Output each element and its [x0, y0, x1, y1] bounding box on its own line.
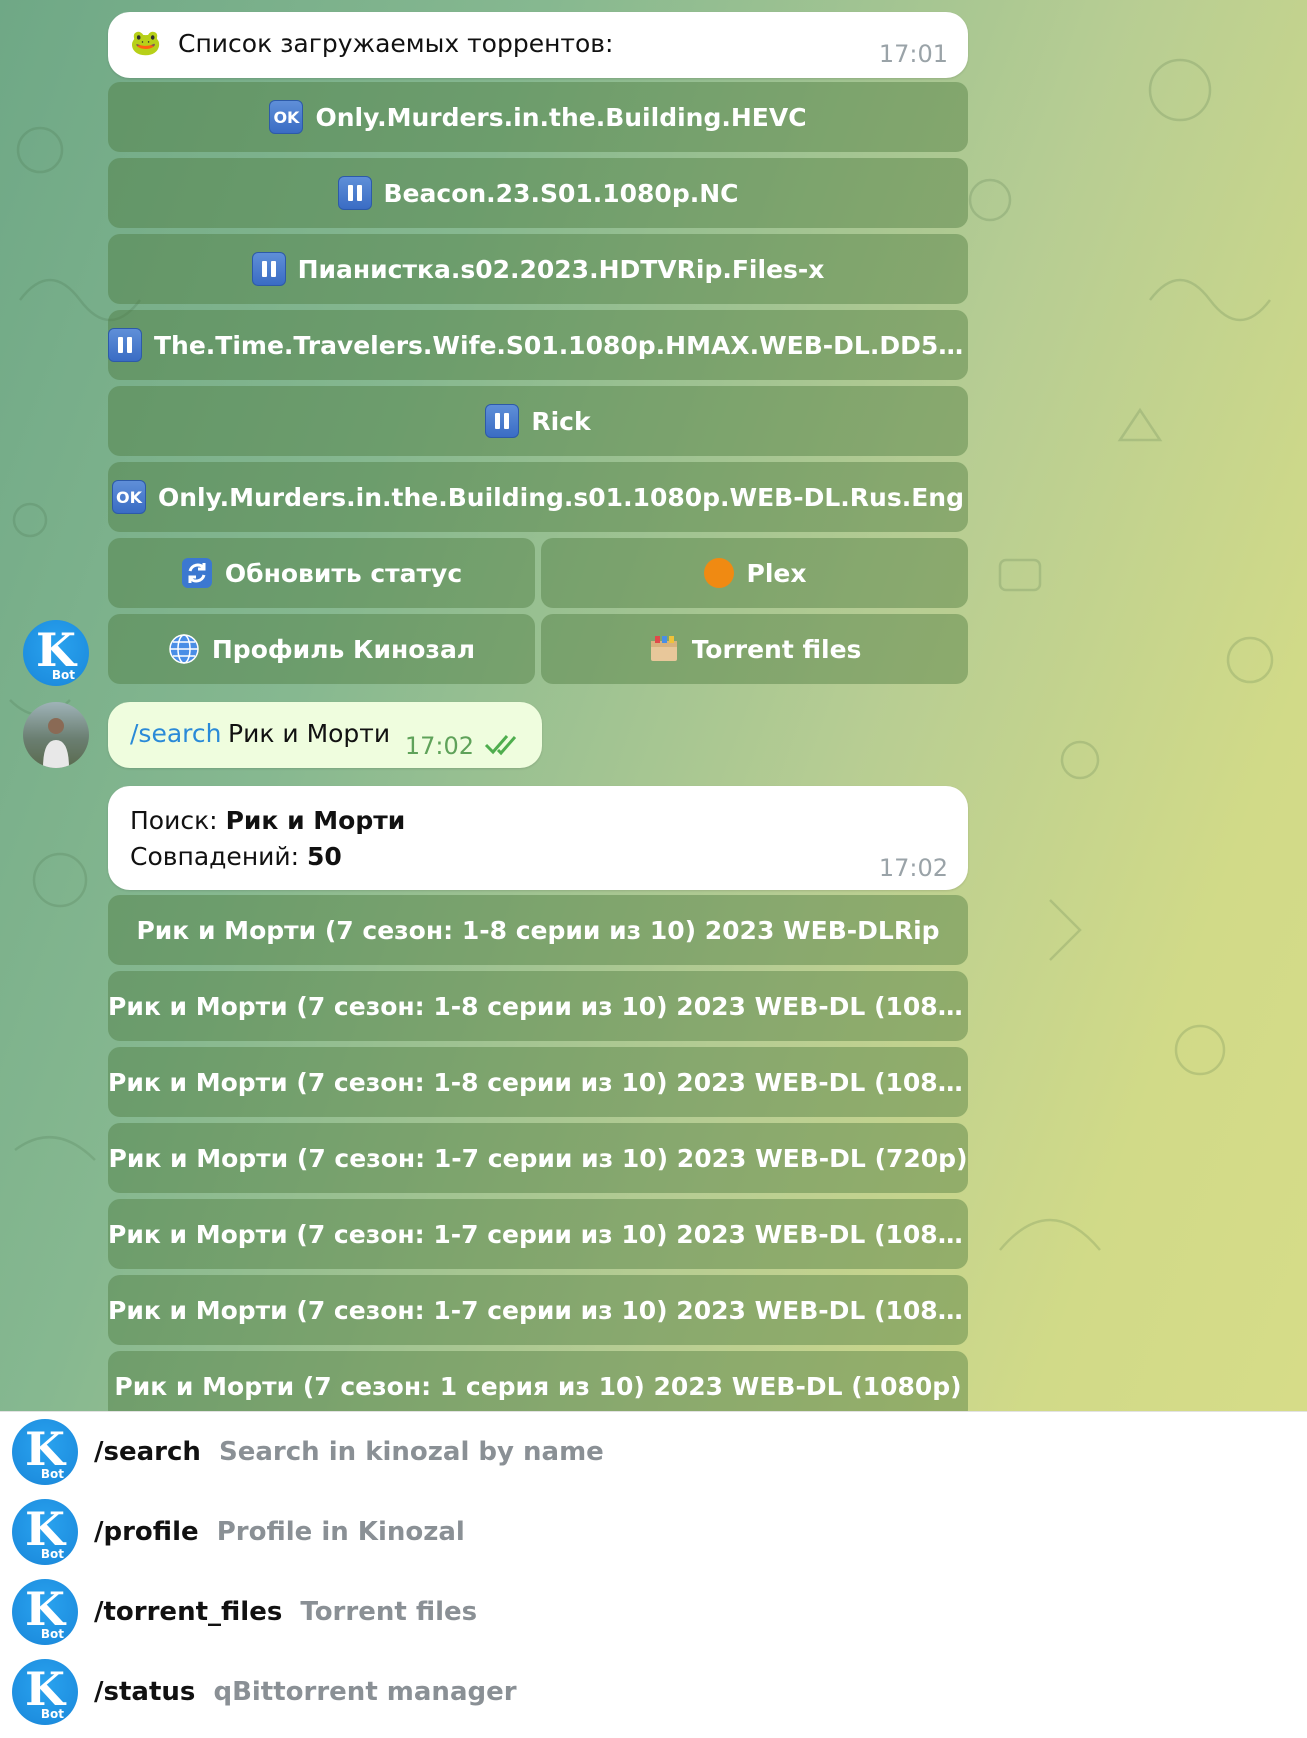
- user-avatar[interactable]: [23, 702, 89, 768]
- result-button-5[interactable]: Рик и Морти (7 сезон: 1-7 серии из 10) 2…: [108, 1199, 968, 1269]
- command-line: /torrent_files Torrent files: [94, 1597, 477, 1627]
- result-label: Рик и Морти (7 сезон: 1-7 серии из 10) 2…: [108, 1295, 968, 1325]
- torrent-label: Пианистка.s02.2023.HDTVRip.Files-x: [297, 254, 825, 284]
- result-label: Рик и Морти (7 сезон: 1-7 серии из 10) 2…: [108, 1143, 968, 1173]
- torrent-button-6[interactable]: OK Only.Murders.in.the.Building.s01.1080…: [108, 462, 968, 532]
- ok-icon: OK: [269, 100, 304, 134]
- pause-icon: [251, 252, 286, 286]
- search-message: /search Рик и Морти 17:02: [108, 702, 542, 768]
- plex-button[interactable]: Plex: [541, 538, 968, 608]
- pause-icon: [108, 328, 142, 362]
- command-name: /profile: [94, 1517, 199, 1547]
- bot-avatar[interactable]: K Bot: [23, 620, 89, 686]
- torrent-button-1[interactable]: OK Only.Murders.in.the.Building.HEVC: [108, 82, 968, 152]
- result-label: Рик и Морти (7 сезон: 1-8 серии из 10) 2…: [108, 991, 968, 1021]
- bot-badge: Bot: [40, 1547, 64, 1561]
- command-name: /status: [94, 1677, 196, 1707]
- orange-circle-icon: [703, 558, 734, 588]
- command-line: /search Search in kinozal by name: [94, 1437, 604, 1467]
- command-description: Search in kinozal by name: [219, 1437, 604, 1467]
- torrent-files-label: Torrent files: [691, 634, 862, 664]
- result-label: Рик и Морти (7 сезон: 1-8 серии из 10) 2…: [108, 1067, 968, 1097]
- message-time: 17:02: [404, 732, 474, 760]
- torrent-label: Only.Murders.in.the.Building.HEVC: [315, 102, 807, 132]
- search-line: Поиск: Рик и Морти: [130, 806, 405, 835]
- search-query-text: Рик и Морти: [228, 719, 391, 748]
- result-button-4[interactable]: Рик и Морти (7 сезон: 1-7 серии из 10) 2…: [108, 1123, 968, 1193]
- bot-badge: Bot: [51, 668, 75, 682]
- frog-icon: 🐸: [130, 28, 162, 57]
- result-button-2[interactable]: Рик и Морти (7 сезон: 1-8 серии из 10) 2…: [108, 971, 968, 1041]
- command-description: qBittorrent manager: [213, 1677, 517, 1707]
- matches-line: Совпадений: 50: [130, 842, 342, 871]
- result-label: Рик и Морти (7 сезон: 1 серия из 10) 202…: [114, 1371, 962, 1401]
- chat-background: 🐸 Список загружаемых торрентов: 17:01 OK…: [0, 0, 1307, 1411]
- plex-label: Plex: [746, 558, 807, 588]
- profile-label: Профиль Кинозал: [211, 634, 476, 664]
- torrent-label: Beacon.23.S01.1080p.NC: [383, 178, 739, 208]
- result-button-6[interactable]: Рик и Морти (7 сезон: 1-7 серии из 10) 2…: [108, 1275, 968, 1345]
- bot-avatar: K Bot: [12, 1659, 78, 1725]
- command-name: /search: [94, 1437, 201, 1467]
- command-line: /status qBittorrent manager: [94, 1677, 517, 1707]
- torrent-label: Rick: [531, 406, 591, 436]
- command-item-search[interactable]: K Bot /search Search in kinozal by name: [0, 1412, 1307, 1492]
- command-name: /torrent_files: [94, 1597, 283, 1627]
- globe-icon: [169, 634, 199, 664]
- user-photo: [43, 718, 69, 768]
- refresh-label: Обновить статус: [224, 558, 463, 588]
- torrent-button-2[interactable]: Beacon.23.S01.1080p.NC: [108, 158, 968, 228]
- search-value: Рик и Морти: [225, 806, 406, 835]
- command-suggestions: K Bot /search Search in kinozal by name …: [0, 1411, 1307, 1738]
- command-description: Torrent files: [300, 1597, 478, 1627]
- torrent-button-3[interactable]: Пианистка.s02.2023.HDTVRip.Files-x: [108, 234, 968, 304]
- double-check-icon: [484, 735, 517, 756]
- search-results-message: Поиск: Рик и Морти Совпадений: 50 17:02: [108, 786, 968, 890]
- command-item-status[interactable]: K Bot /status qBittorrent manager: [0, 1652, 1307, 1732]
- command-item-torrent-files[interactable]: K Bot /torrent_files Torrent files: [0, 1572, 1307, 1652]
- search-label: Поиск:: [130, 806, 226, 835]
- torrent-files-button[interactable]: Torrent files: [541, 614, 968, 684]
- command-item-profile[interactable]: K Bot /profile Profile in Kinozal: [0, 1492, 1307, 1572]
- result-button-3[interactable]: Рик и Морти (7 сезон: 1-8 серии из 10) 2…: [108, 1047, 968, 1117]
- pause-icon: [485, 404, 520, 438]
- command-description: Profile in Kinozal: [216, 1517, 465, 1547]
- torrent-label: The.Time.Travelers.Wife.S01.1080p.HMAX.W…: [154, 330, 968, 360]
- file-box-icon: [650, 636, 677, 661]
- message-text: Список загружаемых торрентов:: [178, 29, 614, 58]
- matches-label: Совпадений:: [130, 842, 308, 871]
- result-button-7[interactable]: Рик и Морти (7 сезон: 1 серия из 10) 202…: [108, 1351, 968, 1411]
- bot-badge: Bot: [40, 1627, 64, 1641]
- message-time: 17:01: [878, 40, 948, 68]
- torrent-button-5[interactable]: Rick: [108, 386, 968, 456]
- torrent-label: Only.Murders.in.the.Building.s01.1080p.W…: [158, 482, 964, 512]
- bot-avatar: K Bot: [12, 1579, 78, 1645]
- bot-avatar: K Bot: [12, 1499, 78, 1565]
- matches-value: 50: [307, 842, 342, 871]
- result-label: Рик и Морти (7 сезон: 1-8 серии из 10) 2…: [136, 915, 940, 945]
- profile-kinozal-button[interactable]: Профиль Кинозал: [108, 614, 535, 684]
- pause-icon: [337, 176, 372, 210]
- refresh-status-button[interactable]: Обновить статус: [108, 538, 535, 608]
- result-button-1[interactable]: Рик и Морти (7 сезон: 1-8 серии из 10) 2…: [108, 895, 968, 965]
- refresh-icon: [181, 558, 212, 588]
- ok-icon: OK: [112, 480, 146, 514]
- bot-badge: Bot: [40, 1467, 64, 1481]
- bot-badge: Bot: [40, 1707, 64, 1721]
- torrent-button-4[interactable]: The.Time.Travelers.Wife.S01.1080p.HMAX.W…: [108, 310, 968, 380]
- search-command-link[interactable]: /search: [130, 719, 221, 748]
- message-time: 17:02: [878, 854, 948, 882]
- torrent-list-message: 🐸 Список загружаемых торрентов: 17:01: [108, 12, 968, 78]
- result-label: Рик и Морти (7 сезон: 1-7 серии из 10) 2…: [108, 1219, 968, 1249]
- bot-avatar: K Bot: [12, 1419, 78, 1485]
- command-line: /profile Profile in Kinozal: [94, 1517, 465, 1547]
